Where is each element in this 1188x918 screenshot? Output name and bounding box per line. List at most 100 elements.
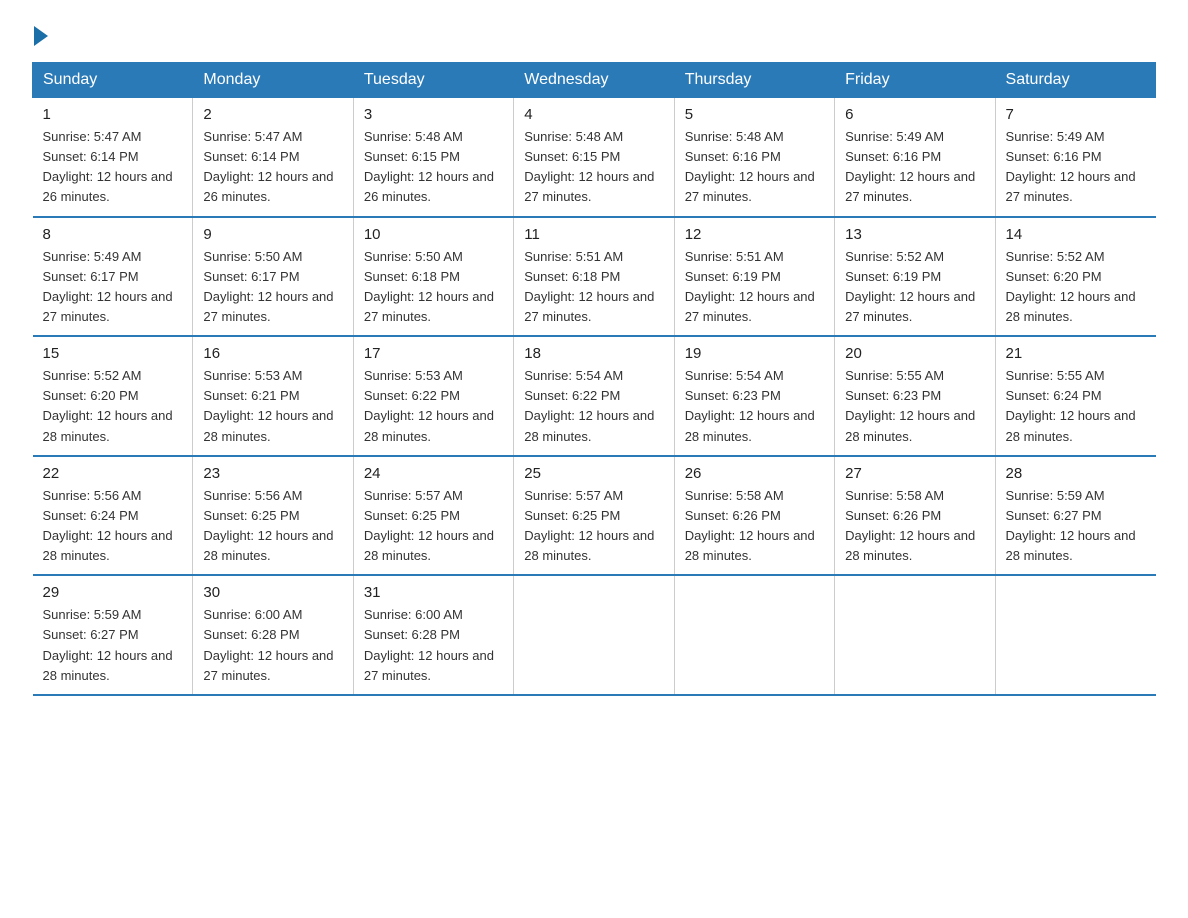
day-number: 29 <box>43 584 183 601</box>
day-number: 7 <box>1006 106 1146 123</box>
day-number: 2 <box>203 106 342 123</box>
col-header-sunday: Sunday <box>33 63 193 98</box>
calendar-cell: 14 Sunrise: 5:52 AM Sunset: 6:20 PM Dayli… <box>995 217 1155 337</box>
calendar-cell: 1Sunrise: 5:47 AM Sunset: 6:14 PM Daylig… <box>33 98 193 217</box>
day-info: Sunrise: 5:49 AM Sunset: 6:16 PM Dayligh… <box>845 127 984 208</box>
calendar-cell: 6 Sunrise: 5:49 AM Sunset: 6:16 PM Daylig… <box>835 98 995 217</box>
calendar-cell: 7 Sunrise: 5:49 AM Sunset: 6:16 PM Daylig… <box>995 98 1155 217</box>
day-info: Sunrise: 5:53 AM Sunset: 6:21 PM Dayligh… <box>203 366 342 447</box>
calendar-cell: 20 Sunrise: 5:55 AM Sunset: 6:23 PM Dayli… <box>835 336 995 456</box>
day-number: 3 <box>364 106 503 123</box>
calendar-header: SundayMondayTuesdayWednesdayThursdayFrid… <box>33 63 1156 98</box>
logo <box>32 24 48 42</box>
calendar-week-1: 1Sunrise: 5:47 AM Sunset: 6:14 PM Daylig… <box>33 98 1156 217</box>
calendar-cell <box>514 575 674 695</box>
day-number: 25 <box>524 465 663 482</box>
calendar-cell: 12Sunrise: 5:51 AM Sunset: 6:19 PM Dayli… <box>674 217 834 337</box>
calendar-cell: 3 Sunrise: 5:48 AM Sunset: 6:15 PM Daylig… <box>353 98 513 217</box>
day-number: 23 <box>203 465 342 482</box>
calendar-cell: 2Sunrise: 5:47 AM Sunset: 6:14 PM Daylig… <box>193 98 353 217</box>
col-header-friday: Friday <box>835 63 995 98</box>
day-number: 8 <box>43 226 183 243</box>
calendar-cell: 16 Sunrise: 5:53 AM Sunset: 6:21 PM Dayli… <box>193 336 353 456</box>
day-number: 26 <box>685 465 824 482</box>
day-info: Sunrise: 5:49 AM Sunset: 6:17 PM Dayligh… <box>43 247 183 328</box>
calendar-cell: 28Sunrise: 5:59 AM Sunset: 6:27 PM Dayli… <box>995 456 1155 576</box>
day-info: Sunrise: 5:50 AM Sunset: 6:18 PM Dayligh… <box>364 247 503 328</box>
calendar-cell: 24 Sunrise: 5:57 AM Sunset: 6:25 PM Dayli… <box>353 456 513 576</box>
day-number: 10 <box>364 226 503 243</box>
day-number: 11 <box>524 226 663 243</box>
day-number: 15 <box>43 345 183 362</box>
col-header-monday: Monday <box>193 63 353 98</box>
day-info: Sunrise: 5:48 AM Sunset: 6:16 PM Dayligh… <box>685 127 824 208</box>
day-number: 19 <box>685 345 824 362</box>
calendar-cell: 17 Sunrise: 5:53 AM Sunset: 6:22 PM Dayli… <box>353 336 513 456</box>
day-number: 27 <box>845 465 984 482</box>
day-number: 13 <box>845 226 984 243</box>
day-info: Sunrise: 5:58 AM Sunset: 6:26 PM Dayligh… <box>845 486 984 567</box>
calendar-cell: 23 Sunrise: 5:56 AM Sunset: 6:25 PM Dayli… <box>193 456 353 576</box>
day-info: Sunrise: 5:55 AM Sunset: 6:23 PM Dayligh… <box>845 366 984 447</box>
day-info: Sunrise: 5:58 AM Sunset: 6:26 PM Dayligh… <box>685 486 824 567</box>
calendar-week-3: 15Sunrise: 5:52 AM Sunset: 6:20 PM Dayli… <box>33 336 1156 456</box>
day-number: 14 <box>1006 226 1146 243</box>
calendar-cell: 13 Sunrise: 5:52 AM Sunset: 6:19 PM Dayli… <box>835 217 995 337</box>
day-info: Sunrise: 5:57 AM Sunset: 6:25 PM Dayligh… <box>524 486 663 567</box>
calendar-week-2: 8 Sunrise: 5:49 AM Sunset: 6:17 PM Daylig… <box>33 217 1156 337</box>
day-info: Sunrise: 5:51 AM Sunset: 6:18 PM Dayligh… <box>524 247 663 328</box>
calendar-table: SundayMondayTuesdayWednesdayThursdayFrid… <box>32 62 1156 696</box>
day-number: 9 <box>203 226 342 243</box>
day-info: Sunrise: 5:59 AM Sunset: 6:27 PM Dayligh… <box>1006 486 1146 567</box>
day-info: Sunrise: 5:59 AM Sunset: 6:27 PM Dayligh… <box>43 605 183 686</box>
calendar-cell: 22 Sunrise: 5:56 AM Sunset: 6:24 PM Dayli… <box>33 456 193 576</box>
day-number: 20 <box>845 345 984 362</box>
calendar-cell <box>674 575 834 695</box>
calendar-cell: 15Sunrise: 5:52 AM Sunset: 6:20 PM Dayli… <box>33 336 193 456</box>
calendar-cell: 25 Sunrise: 5:57 AM Sunset: 6:25 PM Dayli… <box>514 456 674 576</box>
day-info: Sunrise: 5:56 AM Sunset: 6:25 PM Dayligh… <box>203 486 342 567</box>
day-info: Sunrise: 5:52 AM Sunset: 6:20 PM Dayligh… <box>1006 247 1146 328</box>
calendar-week-5: 29 Sunrise: 5:59 AM Sunset: 6:27 PM Dayli… <box>33 575 1156 695</box>
day-number: 16 <box>203 345 342 362</box>
logo-arrow-icon <box>34 26 48 46</box>
calendar-cell <box>995 575 1155 695</box>
col-header-saturday: Saturday <box>995 63 1155 98</box>
page-header <box>32 24 1156 42</box>
day-info: Sunrise: 5:48 AM Sunset: 6:15 PM Dayligh… <box>364 127 503 208</box>
calendar-cell: 18 Sunrise: 5:54 AM Sunset: 6:22 PM Dayli… <box>514 336 674 456</box>
calendar-cell: 19 Sunrise: 5:54 AM Sunset: 6:23 PM Dayli… <box>674 336 834 456</box>
day-info: Sunrise: 5:48 AM Sunset: 6:15 PM Dayligh… <box>524 127 663 208</box>
day-info: Sunrise: 5:50 AM Sunset: 6:17 PM Dayligh… <box>203 247 342 328</box>
day-number: 22 <box>43 465 183 482</box>
calendar-cell: 5Sunrise: 5:48 AM Sunset: 6:16 PM Daylig… <box>674 98 834 217</box>
day-number: 24 <box>364 465 503 482</box>
day-info: Sunrise: 5:53 AM Sunset: 6:22 PM Dayligh… <box>364 366 503 447</box>
day-info: Sunrise: 5:51 AM Sunset: 6:19 PM Dayligh… <box>685 247 824 328</box>
day-number: 30 <box>203 584 342 601</box>
day-info: Sunrise: 5:49 AM Sunset: 6:16 PM Dayligh… <box>1006 127 1146 208</box>
day-info: Sunrise: 5:56 AM Sunset: 6:24 PM Dayligh… <box>43 486 183 567</box>
day-info: Sunrise: 5:54 AM Sunset: 6:22 PM Dayligh… <box>524 366 663 447</box>
col-header-wednesday: Wednesday <box>514 63 674 98</box>
col-header-tuesday: Tuesday <box>353 63 513 98</box>
col-header-thursday: Thursday <box>674 63 834 98</box>
day-info: Sunrise: 5:57 AM Sunset: 6:25 PM Dayligh… <box>364 486 503 567</box>
day-info: Sunrise: 5:54 AM Sunset: 6:23 PM Dayligh… <box>685 366 824 447</box>
day-number: 18 <box>524 345 663 362</box>
day-info: Sunrise: 6:00 AM Sunset: 6:28 PM Dayligh… <box>364 605 503 686</box>
day-number: 17 <box>364 345 503 362</box>
calendar-cell: 8 Sunrise: 5:49 AM Sunset: 6:17 PM Daylig… <box>33 217 193 337</box>
day-number: 4 <box>524 106 663 123</box>
day-info: Sunrise: 5:55 AM Sunset: 6:24 PM Dayligh… <box>1006 366 1146 447</box>
day-number: 31 <box>364 584 503 601</box>
day-info: Sunrise: 5:52 AM Sunset: 6:19 PM Dayligh… <box>845 247 984 328</box>
day-info: Sunrise: 5:47 AM Sunset: 6:14 PM Dayligh… <box>43 127 183 208</box>
calendar-cell: 30Sunrise: 6:00 AM Sunset: 6:28 PM Dayli… <box>193 575 353 695</box>
calendar-cell: 29 Sunrise: 5:59 AM Sunset: 6:27 PM Dayli… <box>33 575 193 695</box>
calendar-cell: 9 Sunrise: 5:50 AM Sunset: 6:17 PM Daylig… <box>193 217 353 337</box>
day-number: 6 <box>845 106 984 123</box>
calendar-cell: 21 Sunrise: 5:55 AM Sunset: 6:24 PM Dayli… <box>995 336 1155 456</box>
day-number: 21 <box>1006 345 1146 362</box>
calendar-week-4: 22 Sunrise: 5:56 AM Sunset: 6:24 PM Dayli… <box>33 456 1156 576</box>
